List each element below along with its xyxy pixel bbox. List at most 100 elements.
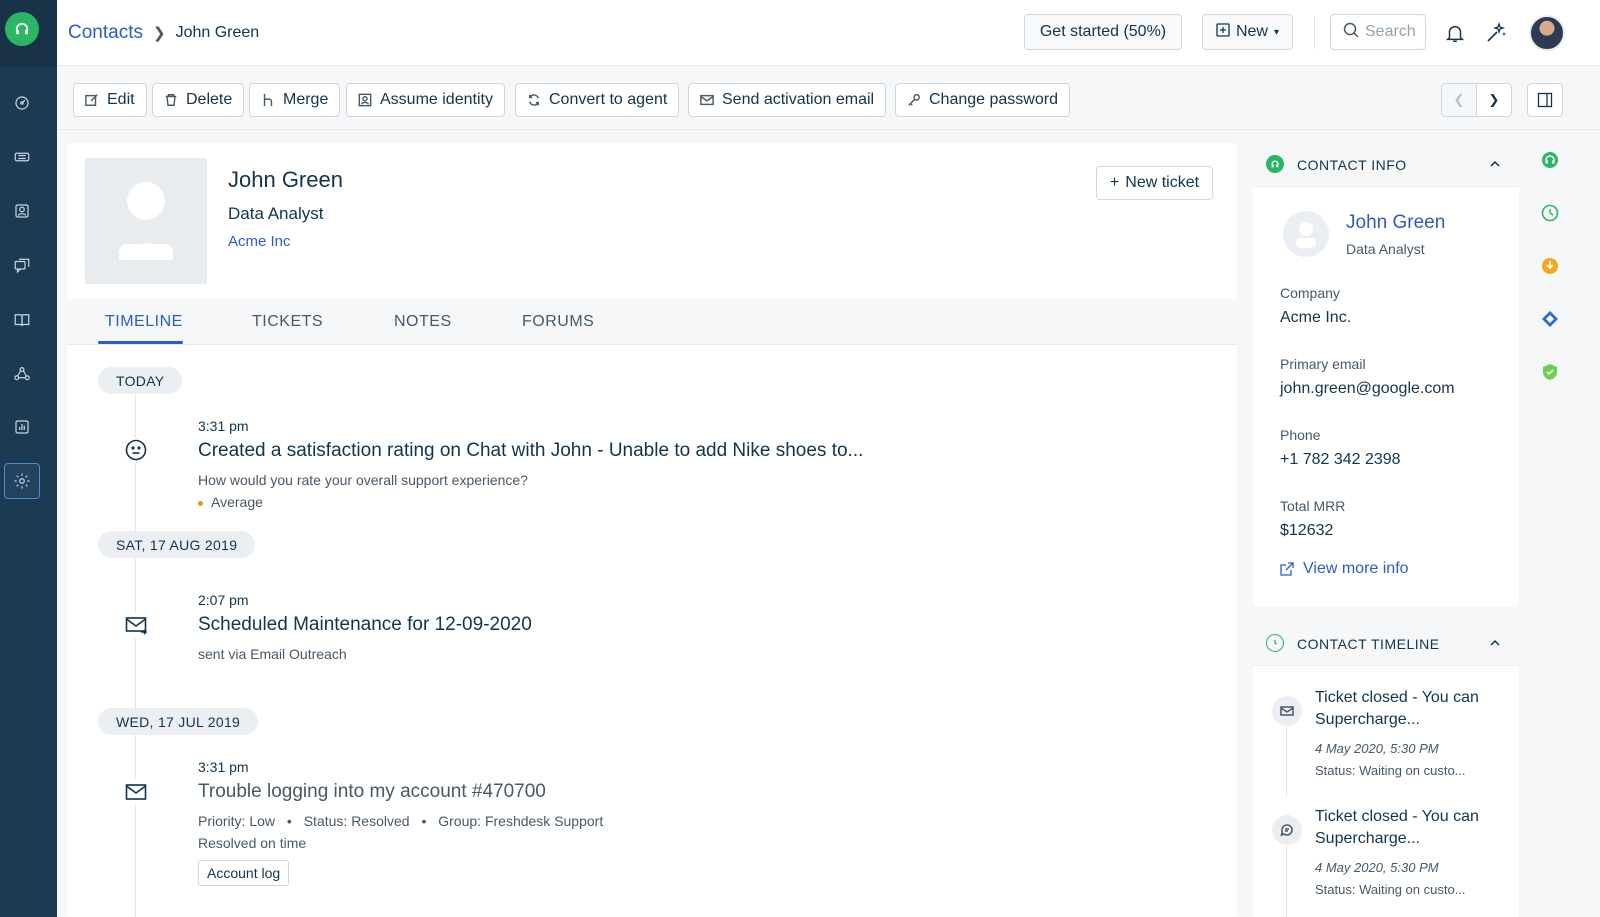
key-icon (908, 94, 920, 106)
contact-tabs: TIMELINE TICKETS NOTES FORUMS (67, 299, 1237, 345)
merge-label: Merge (283, 91, 329, 108)
tab-forums[interactable]: FORUMS (522, 313, 594, 331)
contact-timeline-item-date: 4 May 2020, 5:30 PM (1315, 741, 1439, 756)
merge-button[interactable]: Merge (249, 83, 341, 117)
contact-info-header[interactable]: CONTACT INFO (1253, 143, 1519, 187)
new-dropdown-button[interactable]: New ▾ (1202, 14, 1293, 50)
freshdesk-app-icon[interactable] (1541, 151, 1559, 169)
active-tab-indicator (98, 341, 183, 344)
tab-tickets[interactable]: TICKETS (252, 313, 323, 331)
breadcrumb-current: John Green (175, 24, 260, 41)
change-password-button[interactable]: Change password (895, 83, 1070, 117)
timeline-app-icon[interactable] (1541, 204, 1559, 222)
email-outreach-icon (123, 612, 149, 638)
event-title[interactable]: Scheduled Maintenance for 12-09-2020 (198, 614, 532, 636)
event-ticket-meta: Priority: Low • Status: Resolved • Group… (198, 813, 603, 829)
orange-app-icon[interactable] (1541, 257, 1559, 275)
header-divider (1314, 17, 1315, 49)
email-send-icon (700, 94, 714, 106)
chevron-left-icon: ❮ (1453, 92, 1465, 107)
trash-icon (165, 94, 177, 106)
next-contact-button[interactable]: ❯ (1476, 83, 1512, 117)
ticket-priority: Priority: Low (198, 813, 276, 829)
change-password-label: Change password (929, 91, 1058, 108)
search-placeholder: Search (1365, 23, 1416, 40)
chevron-right-icon: ❯ (152, 25, 166, 42)
contact-timeline-item-title[interactable]: Ticket closed - You can Supercharge... (1315, 687, 1510, 731)
contact-info-title-text: Data Analyst (1346, 241, 1425, 257)
edit-label: Edit (107, 91, 135, 108)
knowledge-base-icon[interactable] (4, 302, 40, 338)
chevron-up-icon[interactable] (1489, 636, 1501, 654)
search-box[interactable]: Search (1330, 14, 1426, 50)
contact-info-name[interactable]: John Green (1346, 212, 1445, 234)
freshdesk-logo-icon[interactable] (5, 12, 39, 46)
get-started-button[interactable]: Get started (50%) (1024, 14, 1182, 50)
contact-timeline-item-title[interactable]: Ticket closed - You can Supercharge... (1315, 806, 1510, 850)
view-more-info-link[interactable]: View more info (1280, 560, 1409, 578)
community-icon[interactable] (4, 356, 40, 392)
get-started-label: Get started (50%) (1039, 23, 1167, 40)
meta-separator: • (421, 813, 427, 829)
timeline-line (135, 385, 136, 917)
send-activation-email-button[interactable]: Send activation email (688, 83, 887, 117)
date-group-label: TODAY (98, 367, 183, 394)
company-label: Company (1280, 285, 1340, 301)
apps-sidebar (1532, 143, 1568, 917)
event-time: 2:07 pm (198, 592, 249, 608)
event-title[interactable]: Trouble logging into my account #470700 (198, 781, 546, 803)
contact-timeline-item-date: 4 May 2020, 5:30 PM (1315, 860, 1439, 875)
assume-identity-button[interactable]: Assume identity (346, 83, 505, 117)
smiley-icon (123, 437, 149, 463)
contact-timeline-item-status: Status: Waiting on custo... (1315, 882, 1466, 897)
activity-timeline: TODAY 3:31 pm Created a satisfaction rat… (67, 345, 1237, 917)
contacts-icon[interactable] (4, 193, 40, 229)
contact-photo-placeholder (85, 158, 207, 284)
contact-company-link[interactable]: Acme Inc (228, 233, 291, 250)
notifications-bell-icon[interactable] (1442, 20, 1468, 46)
event-question: How would you rate your overall support … (198, 472, 528, 488)
meta-separator: • (286, 813, 292, 829)
tab-timeline[interactable]: TIMELINE (105, 313, 183, 331)
edit-button[interactable]: Edit (73, 83, 147, 117)
user-avatar[interactable] (1529, 15, 1565, 51)
chevron-up-icon[interactable] (1489, 157, 1501, 175)
mrr-value: $12632 (1280, 522, 1334, 539)
admin-settings-icon[interactable] (4, 463, 40, 499)
rating-dot (198, 500, 203, 506)
tickets-icon[interactable] (4, 139, 40, 175)
reports-icon[interactable] (4, 409, 40, 445)
toggle-sidebar-button[interactable] (1527, 83, 1563, 117)
shield-app-icon[interactable] (1541, 363, 1559, 381)
previous-contact-button[interactable]: ❮ (1441, 83, 1477, 117)
sidebar-panel-icon (1537, 92, 1553, 108)
dashboard-icon[interactable] (4, 85, 40, 121)
contact-timeline-line (1286, 845, 1287, 917)
merge-icon (263, 93, 273, 107)
contact-details-card: John Green Data Analyst Acme Inc + New t… (67, 143, 1237, 917)
ticket-status: Status: Resolved (303, 813, 410, 829)
blue-diamond-app-icon[interactable] (1541, 310, 1559, 328)
email-label: Primary email (1280, 356, 1366, 372)
contact-timeline-title: CONTACT TIMELINE (1297, 636, 1440, 652)
convert-to-agent-button[interactable]: Convert to agent (515, 83, 680, 117)
new-ticket-button[interactable]: + New ticket (1096, 166, 1213, 200)
breadcrumb: Contacts ❯ John Green (68, 22, 259, 44)
event-time: 3:31 pm (198, 759, 249, 775)
envelope-icon (123, 779, 149, 805)
top-header: Contacts ❯ John Green Get started (50%) … (57, 0, 1600, 66)
chevron-right-icon: ❯ (1488, 92, 1500, 107)
email-value: john.green@google.com (1280, 380, 1455, 397)
contact-timeline-header[interactable]: CONTACT TIMELINE (1253, 622, 1519, 666)
event-title[interactable]: Created a satisfaction rating on Chat wi… (198, 440, 863, 462)
contact-info-title: CONTACT INFO (1297, 157, 1407, 173)
contact-info-icon (1266, 155, 1284, 173)
breadcrumb-contacts-link[interactable]: Contacts (68, 22, 143, 44)
tab-notes[interactable]: NOTES (394, 313, 452, 331)
freddy-ai-sparkle-icon[interactable] (1483, 20, 1509, 46)
conversations-icon[interactable] (4, 248, 40, 284)
event-time: 3:31 pm (198, 418, 249, 434)
account-log-button[interactable]: Account log (198, 860, 290, 886)
delete-button[interactable]: Delete (152, 83, 245, 117)
date-group-label: SAT, 17 AUG 2019 (98, 531, 256, 558)
